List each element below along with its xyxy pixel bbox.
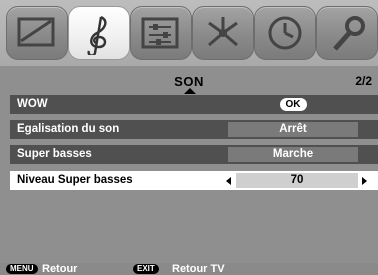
page-indicator: 2/2 (355, 74, 372, 88)
menu-item-label: Egalisation du son (17, 123, 120, 135)
page-title: SON (174, 74, 204, 89)
menu-tab-bar (0, 0, 378, 66)
tab-settings[interactable] (316, 6, 378, 60)
tab-setup[interactable] (130, 6, 192, 60)
up-arrow-icon (184, 88, 196, 94)
menu-item-label: WOW (17, 98, 48, 110)
tv-picture-icon (17, 17, 55, 47)
clock-icon (268, 16, 302, 50)
footer-bar: MENU Retour EXIT Retour TV (0, 263, 378, 275)
ok-badge: OK (279, 98, 307, 111)
menu-header: SON 2/2 (0, 66, 378, 94)
menu-item-label: Niveau Super basses (17, 174, 133, 186)
tab-picture[interactable] (6, 6, 68, 60)
super-basses-value[interactable]: Marche (228, 147, 358, 162)
tv-osd-screen: SON 2/2 WOW OK Egalisation du son Arrêt … (0, 0, 378, 275)
niveau-value[interactable]: 70 (236, 173, 358, 188)
tab-timer[interactable] (254, 6, 316, 60)
egalisation-value[interactable]: Arrêt (228, 122, 358, 137)
sound-menu-panel: SON 2/2 WOW OK Egalisation du son Arrêt … (0, 66, 378, 263)
exit-key-badge[interactable]: EXIT (133, 264, 159, 274)
menu-key-badge[interactable]: MENU (6, 264, 38, 274)
menu-item-super-basses[interactable]: Super basses Marche (10, 145, 378, 164)
tab-sound[interactable] (68, 6, 130, 60)
left-arrow-icon[interactable] (226, 177, 231, 185)
wrench-icon (333, 16, 365, 51)
menu-back-label: Retour (42, 263, 78, 275)
menu-item-egalisation[interactable]: Egalisation du son Arrêt (10, 120, 378, 139)
right-arrow-icon[interactable] (362, 177, 367, 185)
menu-item-wow[interactable]: WOW OK (10, 95, 378, 114)
tab-features[interactable] (192, 6, 254, 60)
exit-tv-label: Retour TV (172, 263, 225, 275)
ok-button[interactable]: OK (228, 97, 358, 112)
treble-clef-icon (87, 15, 107, 55)
menu-item-niveau-super-basses[interactable]: Niveau Super basses 70 (10, 171, 378, 190)
menu-item-label: Super basses (17, 148, 92, 160)
sliders-icon (141, 17, 179, 49)
network-icon (208, 17, 238, 47)
